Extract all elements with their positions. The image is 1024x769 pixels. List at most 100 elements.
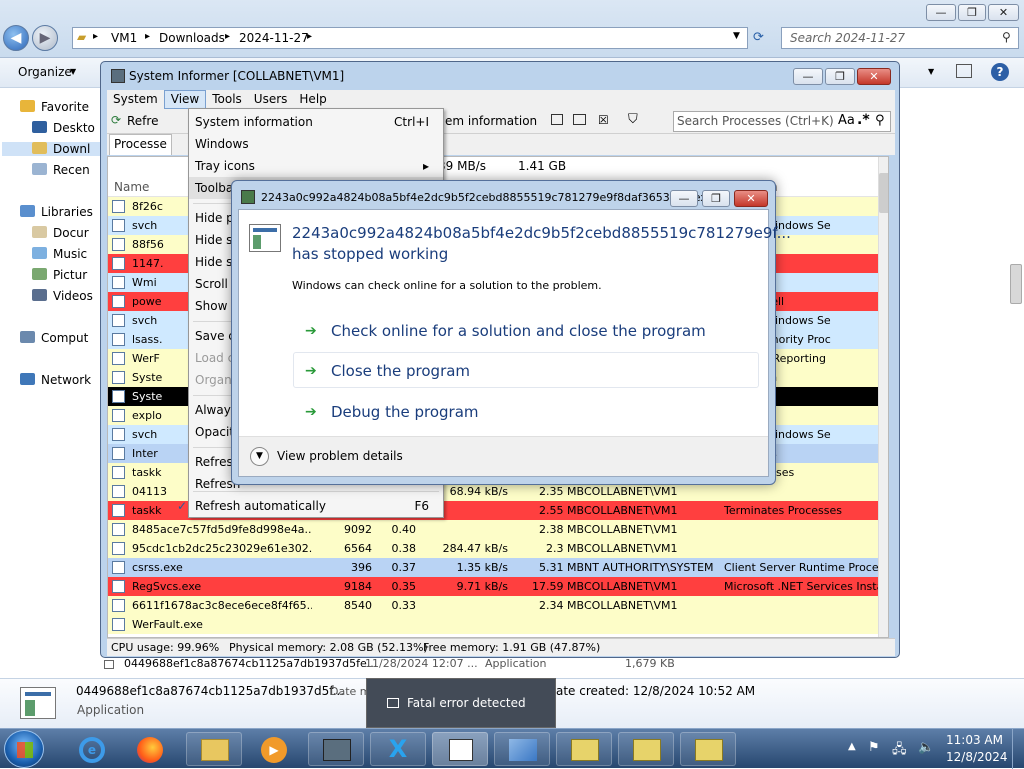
view-options-icon[interactable]: ▼ bbox=[928, 67, 934, 76]
process-icon bbox=[112, 200, 125, 213]
address-bar[interactable]: ▰ ▸ VM1 ▸ Downloads ▸ 2024-11-27 ▸ ▼ bbox=[72, 27, 748, 49]
tab-processes[interactable]: Processe bbox=[109, 134, 172, 155]
cell-cpu: 0.33 bbox=[391, 599, 417, 612]
cell-priv: 2.34 MB bbox=[538, 599, 584, 612]
media-player-icon[interactable]: ▶ bbox=[246, 732, 302, 766]
error-report-icon[interactable] bbox=[618, 732, 674, 766]
action-center-icon[interactable]: ⚑ bbox=[868, 740, 880, 755]
search-input[interactable]: Search 2024-11-27 ⚲ bbox=[781, 27, 1019, 49]
chevron-down-icon[interactable]: ▼ bbox=[250, 447, 269, 466]
table-row[interactable]: 8485ace7c57fd5d9fe8d998e4a... 9092 0.40 2.3… bbox=[108, 520, 878, 539]
show-desktop-button[interactable] bbox=[1012, 729, 1024, 769]
back-icon[interactable]: ◀ bbox=[3, 25, 29, 51]
maximize-button[interactable]: ❐ bbox=[825, 68, 855, 85]
menu-help[interactable]: Help bbox=[293, 90, 332, 109]
table-row[interactable]: WerFault.exe bbox=[108, 615, 878, 634]
nav-item[interactable]: Docur bbox=[32, 226, 89, 240]
refresh-icon[interactable]: ⟳ bbox=[753, 30, 764, 45]
nav-computer[interactable]: Comput bbox=[20, 331, 88, 345]
error-report-icon[interactable] bbox=[680, 732, 736, 766]
firefox-icon[interactable] bbox=[122, 732, 178, 766]
maximize-button[interactable]: ❐ bbox=[958, 4, 986, 21]
close-button[interactable]: ✕ bbox=[988, 4, 1019, 21]
close-window-icon[interactable]: ☒ bbox=[598, 113, 609, 127]
volume-muted-icon[interactable]: 🔈 bbox=[918, 740, 934, 755]
nav-network[interactable]: Network bbox=[20, 373, 91, 387]
chevron-down-icon[interactable]: ▼ bbox=[733, 31, 740, 41]
find-window-icon[interactable] bbox=[573, 114, 586, 125]
nav-libraries[interactable]: Libraries bbox=[20, 205, 93, 219]
minimize-button[interactable]: — bbox=[793, 68, 823, 85]
menu-item[interactable]: Tray icons ▸ bbox=[189, 155, 443, 177]
process-icon bbox=[112, 447, 125, 460]
table-row[interactable]: RegSvcs.exe 9184 0.35 9.71 kB/s 17.59 MB COLL… bbox=[108, 577, 878, 596]
nav-item[interactable]: Videos bbox=[32, 289, 93, 303]
refresh-button[interactable]: Refre bbox=[127, 114, 158, 128]
explorer-titlebar: — ❐ ✕ ◀ ▶ ▰ ▸ VM1 ▸ Downloads ▸ 2024-11-… bbox=[0, 0, 1024, 58]
table-row[interactable]: csrss.exe 396 0.37 1.35 kB/s 5.31 MB NT AUTHO… bbox=[108, 558, 878, 577]
clock-time[interactable]: 11:03 AM bbox=[946, 733, 1003, 747]
vertical-scrollbar[interactable] bbox=[878, 157, 888, 637]
file-explorer-icon[interactable] bbox=[186, 732, 242, 766]
search-icon[interactable]: ⚲ bbox=[875, 113, 885, 128]
process-search-input[interactable]: Search Processes (Ctrl+K) Aa .* ⚲ bbox=[673, 111, 891, 132]
nav-item[interactable]: Deskto bbox=[32, 121, 95, 135]
table-row[interactable]: 95cdc1cb2dc25c23029e61e302... 6564 0.38 284… bbox=[108, 539, 878, 558]
menu-item[interactable]: ✓ Refresh automatically F6 bbox=[177, 495, 443, 517]
crashed-app-taskbar-icon[interactable] bbox=[432, 732, 488, 766]
shield-icon[interactable]: ⛉ bbox=[628, 112, 638, 127]
regex-toggle[interactable]: .* bbox=[857, 112, 870, 128]
window-icon[interactable] bbox=[551, 114, 563, 125]
menu-item[interactable]: Windows bbox=[189, 133, 443, 155]
match-case-toggle[interactable]: Aa bbox=[838, 113, 855, 128]
help-icon[interactable]: ? bbox=[991, 63, 1009, 81]
close-program-button[interactable]: ➔ Close the program bbox=[293, 352, 759, 388]
error-report-icon[interactable] bbox=[556, 732, 612, 766]
breadcrumb-item[interactable]: 2024-11-27 bbox=[239, 31, 309, 45]
maximize-button[interactable]: ❐ bbox=[702, 190, 730, 207]
refresh-icon[interactable]: ⟳ bbox=[111, 113, 121, 127]
videos-icon bbox=[32, 289, 47, 301]
process-icon bbox=[112, 295, 125, 308]
check-online-button[interactable]: ➔ Check online for a solution and close t… bbox=[293, 312, 759, 348]
notification-toast[interactable]: Fatal error detected bbox=[366, 678, 556, 728]
nav-item[interactable]: Recen bbox=[32, 163, 90, 177]
menu-view[interactable]: View bbox=[163, 90, 207, 109]
scrollbar-thumb[interactable] bbox=[1010, 264, 1022, 304]
column-name[interactable]: Name bbox=[114, 180, 149, 194]
internet-explorer-icon[interactable]: e bbox=[64, 732, 120, 766]
nav-item-selected[interactable]: Downl bbox=[2, 142, 100, 156]
breadcrumb-item[interactable]: Downloads bbox=[159, 31, 225, 45]
show-hidden-icons[interactable]: ▲ bbox=[848, 741, 856, 752]
start-button[interactable] bbox=[4, 730, 44, 768]
close-button[interactable]: ✕ bbox=[734, 190, 768, 207]
menu-item[interactable]: System information Ctrl+I bbox=[189, 111, 443, 133]
table-row[interactable]: 6611f1678ac3c8ece6ece8f4f65... 8540 0.33 2.… bbox=[108, 596, 878, 615]
breadcrumb-item[interactable]: VM1 bbox=[111, 31, 137, 45]
preview-pane-icon[interactable] bbox=[956, 64, 972, 78]
system-information-button[interactable]: em information bbox=[445, 114, 537, 128]
network-tool-icon[interactable] bbox=[494, 732, 550, 766]
system-informer-taskbar-icon[interactable] bbox=[308, 732, 364, 766]
menu-system[interactable]: System bbox=[107, 90, 164, 109]
organize-button[interactable]: Organize bbox=[18, 65, 72, 79]
menu-tools[interactable]: Tools bbox=[206, 90, 248, 109]
minimize-button[interactable]: — bbox=[670, 190, 698, 207]
cell-desc: Microsoft .NET Services Insta bbox=[724, 580, 878, 593]
menu-users[interactable]: Users bbox=[248, 90, 294, 109]
debug-program-button[interactable]: ➔ Debug the program bbox=[293, 393, 759, 429]
x-app-icon[interactable]: X bbox=[370, 732, 426, 766]
search-icon[interactable]: ⚲ bbox=[1002, 30, 1011, 44]
details-file-name: 0449688ef1c8a87674cb1125a7db1937d5f... bbox=[76, 684, 345, 698]
forward-icon[interactable]: ▶ bbox=[32, 25, 58, 51]
network-tray-icon[interactable]: 🖧 bbox=[892, 740, 907, 762]
nav-item[interactable]: Pictur bbox=[32, 268, 87, 282]
music-icon bbox=[32, 247, 47, 259]
minimize-button[interactable]: — bbox=[926, 4, 956, 21]
clock-date[interactable]: 12/8/2024 bbox=[946, 750, 1008, 764]
nav-favorites[interactable]: Favorite bbox=[20, 100, 89, 114]
scrollbar-thumb[interactable] bbox=[879, 173, 888, 213]
view-problem-details-button[interactable]: View problem details bbox=[277, 449, 403, 463]
nav-item[interactable]: Music bbox=[32, 247, 87, 261]
close-button[interactable]: ✕ bbox=[857, 68, 891, 85]
